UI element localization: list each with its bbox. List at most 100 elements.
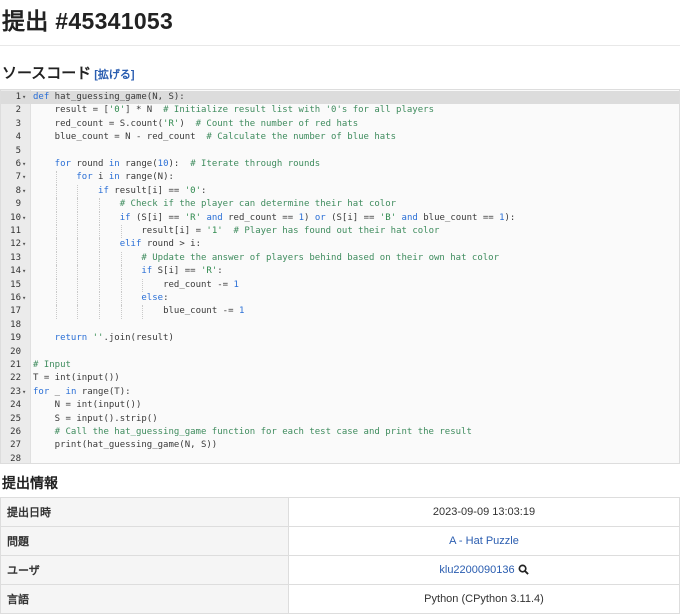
indent-guide: [120, 292, 122, 306]
line-number: 15: [10, 279, 21, 290]
fold-toggle-icon[interactable]: ▾: [22, 185, 26, 198]
expand-link[interactable]: [拡げる]: [94, 66, 134, 82]
fold-toggle-icon[interactable]: ▾: [22, 292, 26, 305]
indent-guide: [55, 292, 57, 306]
fold-toggle-icon[interactable]: ▾: [22, 171, 26, 184]
indent-guide: [77, 305, 79, 319]
code-line: 4 blue_count = N - red_count # Calculate …: [1, 131, 679, 144]
info-value: 2023-09-09 13:03:19: [288, 497, 680, 527]
code-text: if result[i] == '0':: [98, 185, 207, 196]
info-value: klu2200090136: [288, 555, 680, 585]
code-line: 20: [1, 346, 679, 359]
indent-guide: [77, 265, 79, 279]
info-value: A - Hat Puzzle: [288, 526, 680, 556]
indent-guide: [55, 211, 57, 225]
line-number: 11: [10, 226, 21, 236]
page-title: 提出 #45341053: [2, 8, 174, 34]
indent-guide: [99, 305, 101, 319]
line-number: 1: [15, 92, 21, 102]
code-text: result = ['0'] * N # Initialize result l…: [54, 105, 434, 116]
indent-guide: [77, 251, 79, 266]
line-number: 5: [15, 145, 21, 156]
code-text: N = int(input()): [54, 400, 142, 411]
indent-guide: [55, 278, 57, 292]
code-line: 5: [1, 145, 679, 158]
code-text: for _ in range(T):: [33, 386, 131, 397]
code-line: 21 # Input: [1, 359, 679, 372]
code-line: 13 # Update the answer of players behind …: [1, 251, 679, 266]
problem-link[interactable]: A - Hat Puzzle: [449, 535, 519, 547]
code-text: for i in range(N):: [76, 172, 174, 183]
indent-guide: [99, 265, 101, 279]
line-number: 7: [15, 172, 21, 183]
code-line: 18: [1, 319, 679, 332]
code-editor[interactable]: 1 ▾ def hat_guessing_game(N, S): 2 result = …: [0, 89, 680, 464]
fold-toggle-icon[interactable]: ▾: [22, 386, 26, 399]
line-number: 28: [10, 453, 21, 464]
code-text: # Call the hat_guessing_game function fo…: [54, 427, 472, 437]
fold-toggle-icon[interactable]: ▾: [22, 91, 26, 104]
indent-guide: [120, 278, 122, 292]
code-text: blue_count = N - red_count # Calculate t…: [54, 132, 397, 143]
indent-guide: [55, 251, 57, 266]
indent-guide: [120, 251, 122, 266]
code-text: # Check if the player can determine thei…: [119, 199, 397, 210]
code-line: 7 ▾ for i in range(N):: [1, 171, 679, 185]
indent-guide: [120, 305, 122, 319]
code-text: red_count = S.count('R') # Count the num…: [54, 118, 359, 129]
indent-guide: [99, 292, 101, 306]
indent-guide: [99, 198, 101, 212]
submission-info-heading: 提出情報: [2, 475, 58, 491]
code-line: 26 # Call the hat_guessing_game function …: [1, 426, 679, 439]
code-line: 27 print(hat_guessing_game(N, S)): [1, 439, 679, 452]
indent-guide: [77, 292, 79, 306]
line-number: 25: [10, 413, 21, 424]
line-number: 18: [10, 319, 21, 330]
indent-guide: [55, 238, 57, 252]
code-line: 10 ▾ if (S[i] == 'R' and red_count == 1) o…: [1, 211, 679, 225]
code-line: 15 red_count -= 1: [1, 278, 679, 292]
line-number: 23: [10, 386, 21, 397]
info-key: 問題: [0, 526, 289, 556]
code-line: 2 result = ['0'] * N # Initialize result …: [1, 104, 679, 117]
code-line: 1 ▾ def hat_guessing_game(N, S):: [1, 91, 679, 104]
indent-guide: [120, 265, 122, 279]
indent-guide: [99, 238, 101, 252]
indent-guide: [77, 184, 79, 199]
line-number: 9: [15, 199, 21, 210]
code-line: 23 ▾ for _ in range(T):: [1, 386, 679, 399]
line-number: 6: [15, 159, 21, 169]
indent-guide: [55, 198, 57, 212]
info-value: Python (CPython 3.11.4): [288, 584, 680, 614]
line-number: 21: [10, 360, 21, 370]
indent-guide: [120, 225, 122, 239]
info-key: 言語: [0, 584, 289, 614]
code-text: print(hat_guessing_game(N, S)): [54, 440, 218, 451]
line-number: 26: [10, 427, 21, 437]
code-text: result[i] = '1' # Player has found out t…: [141, 226, 440, 236]
fold-toggle-icon[interactable]: ▾: [22, 265, 26, 278]
code-line: 16 ▾ else:: [1, 292, 679, 306]
line-number: 13: [10, 252, 21, 263]
indent-guide: [55, 305, 57, 319]
info-key: ユーザ: [0, 555, 289, 585]
info-key: 提出日時: [0, 497, 289, 527]
code-line: 6 ▾ for round in range(10): # Iterate thro…: [1, 158, 679, 171]
line-number: 2: [15, 105, 21, 116]
submission-info-table: 提出日時 2023-09-09 13:03:19 問題 A - Hat Puzzle ユ…: [0, 497, 680, 614]
indent-guide: [142, 278, 144, 292]
search-icon[interactable]: [518, 564, 529, 575]
indent-guide: [77, 278, 79, 292]
code-line: 17 blue_count -= 1: [1, 305, 679, 319]
indent-guide: [99, 278, 101, 292]
info-row: ユーザ klu2200090136: [0, 555, 680, 585]
indent-guide: [55, 225, 57, 239]
source-code-heading: ソースコード [拡げる]: [2, 62, 135, 83]
fold-toggle-icon[interactable]: ▾: [22, 212, 26, 225]
code-line: 3 red_count = S.count('R') # Count the nu…: [1, 118, 679, 131]
fold-toggle-icon[interactable]: ▾: [22, 238, 26, 251]
indent-guide: [99, 211, 101, 225]
fold-toggle-icon[interactable]: ▾: [22, 158, 26, 171]
code-text: blue_count -= 1: [163, 306, 245, 317]
user-link[interactable]: klu2200090136: [439, 564, 514, 576]
